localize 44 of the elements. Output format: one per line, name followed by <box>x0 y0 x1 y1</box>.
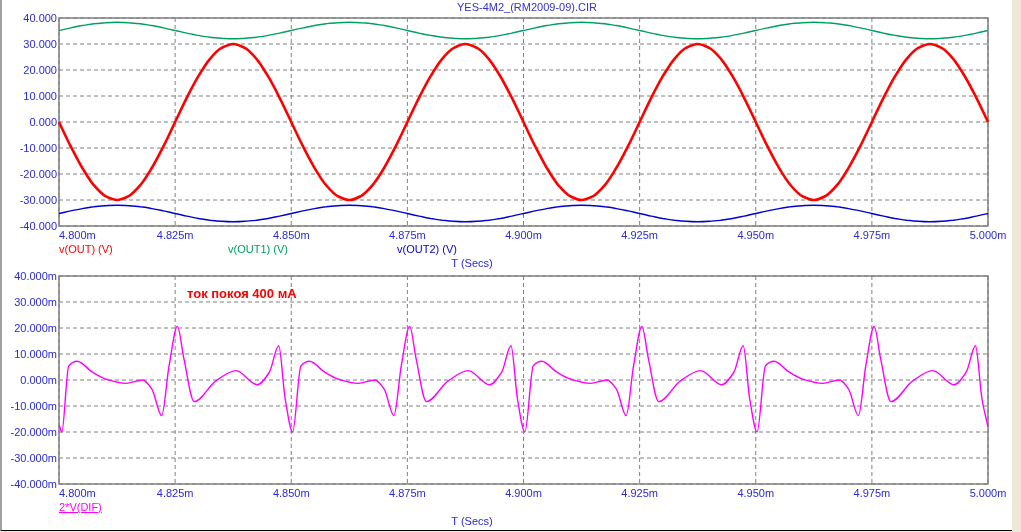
tick-label: 4.950m <box>737 229 775 241</box>
tick-label: 4.975m <box>853 487 891 499</box>
window-title: YES-4M2_(RM2009-09).CIR <box>456 0 598 14</box>
tick-label: 20.000m <box>14 322 57 334</box>
tick-label: 10.000m <box>14 348 57 360</box>
tick-label: 4.950m <box>737 487 775 499</box>
annotation-label: ток покоя 400 мА <box>187 286 297 301</box>
tick-label: 5.000m <box>969 229 1007 241</box>
tick-label: 30.000m <box>14 296 57 308</box>
legend-label[interactable]: 2*V(DIF) <box>59 501 102 513</box>
tick-label: 4.925m <box>621 487 658 499</box>
tick-label: 10.000 <box>23 90 57 102</box>
tick-label: -40.000 <box>19 220 57 232</box>
tick-label: 4.900m <box>505 487 542 499</box>
legend-label[interactable]: v(OUT1) (V) <box>228 243 288 255</box>
axis-title: T (Secs) <box>451 257 493 269</box>
tick-label: 40.000 <box>23 12 57 24</box>
tick-label: -30.000 <box>19 194 57 206</box>
tick-label: 0.000 <box>29 116 57 128</box>
tick-label: 4.850m <box>272 487 310 499</box>
tick-label: -40.000m <box>10 478 57 490</box>
tick-label: -10.000m <box>10 400 57 412</box>
axis-title: T (Secs) <box>451 515 493 527</box>
tick-label: -20.000 <box>19 168 57 180</box>
tick-label: 20.000 <box>23 64 57 76</box>
tick-label: -20.000m <box>10 426 57 438</box>
tick-label: 4.925m <box>621 229 658 241</box>
tick-label: 4.800m <box>59 229 96 241</box>
tick-label: 4.800m <box>59 487 96 499</box>
tick-label: 4.975m <box>853 229 891 241</box>
tick-label: 4.875m <box>389 487 426 499</box>
tick-label: 0.000m <box>20 374 57 386</box>
tick-label: 4.825m <box>156 229 194 241</box>
tick-label: 5.000m <box>969 487 1007 499</box>
tick-label: 4.875m <box>389 229 426 241</box>
tick-label: -10.000 <box>19 142 57 154</box>
legend-label[interactable]: v(OUT2) (V) <box>397 243 457 255</box>
tick-label: 4.900m <box>505 229 542 241</box>
tick-label: 4.825m <box>156 487 194 499</box>
tick-label: -30.000m <box>10 452 57 464</box>
legend-label[interactable]: v(OUT) (V) <box>59 243 113 255</box>
tick-label: 30.000 <box>23 38 57 50</box>
tick-label: 4.850m <box>272 229 310 241</box>
tick-label: 40.000m <box>14 270 57 282</box>
